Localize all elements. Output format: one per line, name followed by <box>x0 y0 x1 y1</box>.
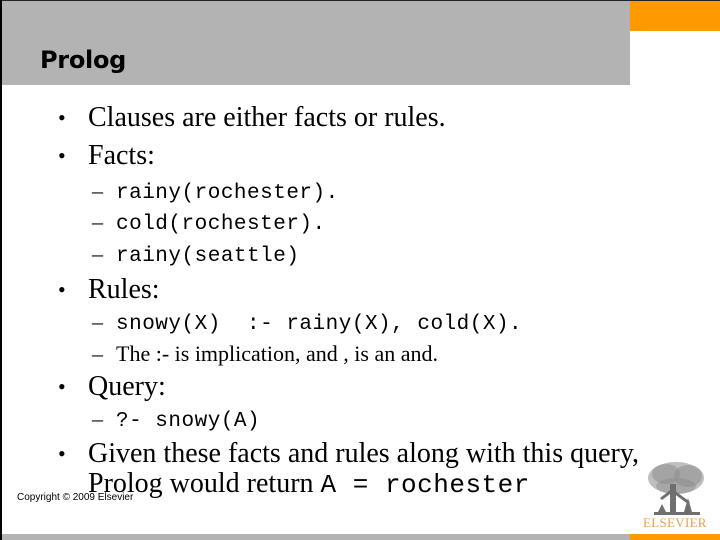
footer-bar <box>2 534 630 540</box>
accent-bar-bottom <box>630 534 720 540</box>
dash-icon: – <box>92 309 103 334</box>
bullet-text: Clauses are either facts or rules. <box>88 102 446 133</box>
code-text: rainy(rochester). <box>116 182 339 205</box>
bullet-icon: • <box>58 441 66 466</box>
bullet-text: Given these facts and rules along with t… <box>88 438 640 469</box>
sub-item: – The :- is implication, and , is an and. <box>92 340 438 368</box>
bullet-text: Rules: <box>88 274 160 305</box>
copyright-text: Copyright © 2009 Elsevier <box>17 492 134 503</box>
dash-icon: – <box>92 241 103 266</box>
sub-item: – cold(rochester). <box>92 208 326 239</box>
slide-title: Prolog <box>40 46 127 74</box>
bullet-text: Facts: <box>88 140 155 171</box>
sub-item: – snowy(X) :- rainy(X), cold(X). <box>92 308 522 339</box>
dash-icon: – <box>92 209 103 234</box>
bullet-text: Query: <box>88 371 166 402</box>
sub-item: – ?- snowy(A) <box>92 405 260 436</box>
code-text: snowy(X) :- rainy(X), cold(X). <box>116 313 523 336</box>
code-text: rainy(seattle) <box>116 245 300 268</box>
sub-text: The :- is implication, and , is an and. <box>116 341 438 366</box>
bullet-icon: • <box>58 105 66 130</box>
code-text: cold(rochester). <box>116 213 326 236</box>
dash-icon: – <box>92 406 103 431</box>
code-text: ?- snowy(A) <box>116 410 261 433</box>
bullet-icon: • <box>58 277 66 302</box>
sub-item: – rainy(rochester). <box>92 177 339 208</box>
dash-icon: – <box>92 341 103 366</box>
bullet-icon: • <box>58 374 66 399</box>
elsevier-logo-text: ELSEVIER <box>643 515 707 530</box>
sub-item: – rainy(seattle) <box>92 240 299 271</box>
code-text: A = rochester <box>320 470 530 500</box>
bullet-text-line2: Prolog would return A = rochester <box>88 468 530 501</box>
accent-bar-top <box>630 1 720 31</box>
dash-icon: – <box>92 178 103 203</box>
bullet-icon: • <box>58 143 66 168</box>
